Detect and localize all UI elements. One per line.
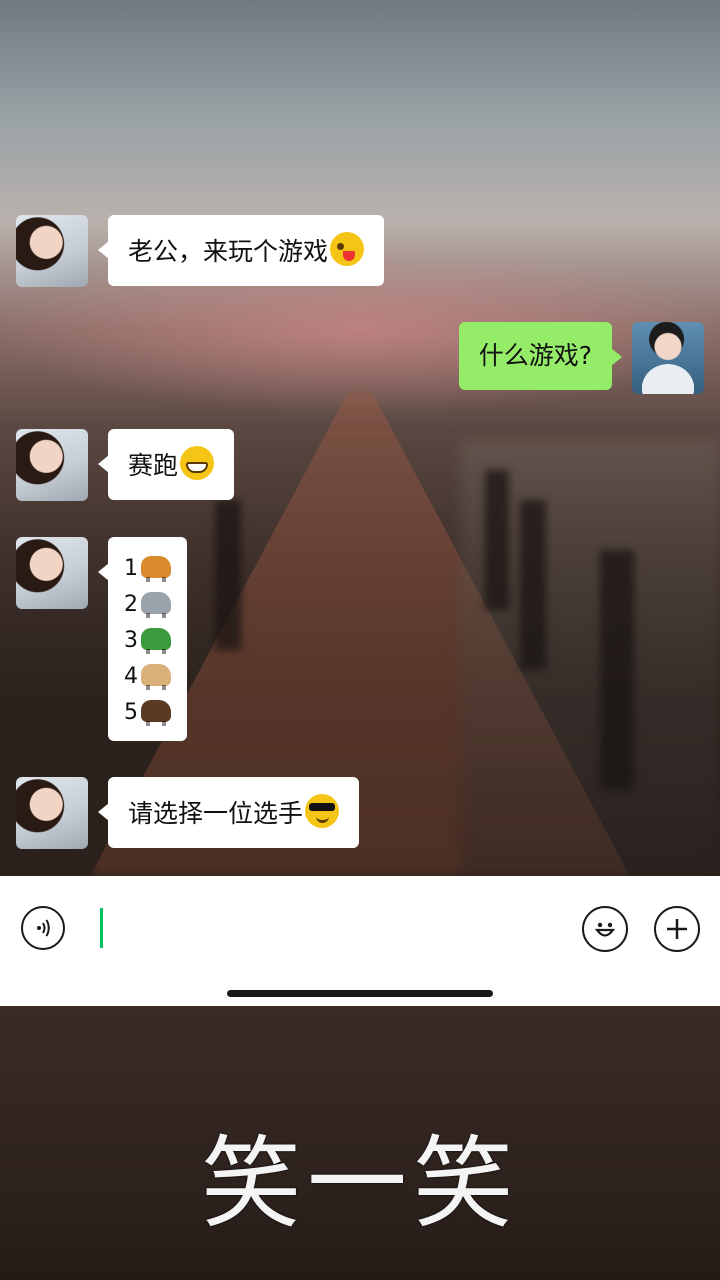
pier-post bbox=[485, 470, 509, 610]
message-bubble[interactable]: 1 2 3 4 5 bbox=[98, 537, 187, 741]
message-text: 老公，来玩个游戏 bbox=[128, 237, 329, 266]
racer-number: 1 bbox=[124, 556, 138, 581]
dog-icon bbox=[141, 664, 171, 690]
girlfriend-avatar[interactable] bbox=[16, 429, 88, 501]
turtle-icon bbox=[141, 628, 171, 654]
racer-number: 2 bbox=[124, 592, 138, 617]
pier-post bbox=[520, 500, 546, 670]
caption-text: 笑一笑 bbox=[201, 1125, 519, 1242]
racer-number: 4 bbox=[124, 664, 138, 689]
winking-tongue-emoji-icon bbox=[330, 232, 365, 266]
racer-item: 2 bbox=[124, 587, 171, 623]
plus-sign-icon bbox=[667, 919, 687, 939]
message-bubble[interactable]: 请选择一位选手 bbox=[97, 777, 360, 848]
message-row: 老公，来玩个游戏 bbox=[16, 215, 385, 287]
racer-item: 4 bbox=[124, 659, 171, 695]
chat-input-bar bbox=[0, 876, 720, 1006]
message-text: 什么游戏? bbox=[478, 341, 592, 370]
racehorse-icon bbox=[141, 700, 171, 726]
video-caption-area: 笑一笑 bbox=[0, 1006, 720, 1280]
pier-post bbox=[215, 500, 241, 650]
message-row: 赛跑 bbox=[16, 429, 235, 501]
message-text: 请选择一位选手 bbox=[128, 799, 304, 828]
sunglasses-emoji-icon bbox=[305, 794, 340, 828]
elephant-icon bbox=[141, 592, 171, 618]
message-row: 1 2 3 4 5 bbox=[16, 537, 187, 741]
racer-item: 1 bbox=[124, 551, 171, 587]
girlfriend-avatar[interactable] bbox=[16, 777, 88, 849]
message-bubble[interactable]: 老公，来玩个游戏 bbox=[97, 215, 385, 286]
girlfriend-avatar[interactable] bbox=[16, 537, 88, 609]
plus-icon[interactable] bbox=[654, 906, 700, 952]
message-text: 赛跑 bbox=[128, 451, 179, 480]
racer-number: 3 bbox=[124, 628, 138, 653]
message-row: 什么游戏? bbox=[458, 322, 704, 394]
smile-icon[interactable] bbox=[582, 906, 628, 952]
tiger-icon bbox=[141, 556, 171, 582]
racer-item: 5 bbox=[124, 695, 171, 731]
voice-wave-icon bbox=[37, 919, 50, 937]
my-avatar[interactable] bbox=[632, 322, 704, 394]
message-bubble[interactable]: 什么游戏? bbox=[458, 322, 623, 390]
racer-number: 5 bbox=[124, 700, 138, 725]
grinning-emoji-icon bbox=[180, 446, 215, 480]
message-row: 请选择一位选手 bbox=[16, 777, 360, 849]
message-bubble[interactable]: 赛跑 bbox=[97, 429, 235, 500]
racer-item: 3 bbox=[124, 623, 171, 659]
smile-face-icon bbox=[594, 922, 616, 937]
home-indicator bbox=[227, 990, 493, 997]
pier-post bbox=[600, 550, 634, 790]
text-input-caret[interactable] bbox=[100, 908, 103, 948]
girlfriend-avatar[interactable] bbox=[16, 215, 88, 287]
voice-icon[interactable] bbox=[21, 906, 65, 950]
